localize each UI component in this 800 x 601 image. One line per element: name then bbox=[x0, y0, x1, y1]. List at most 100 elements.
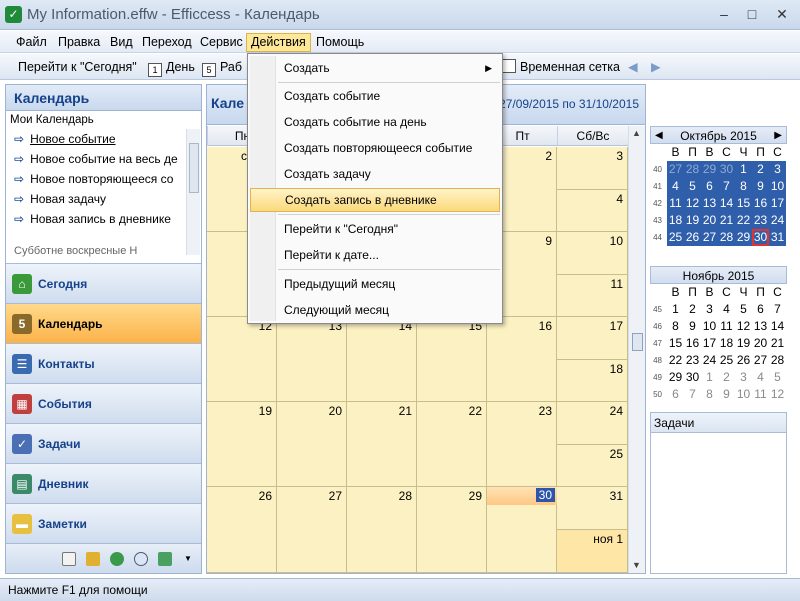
mini-day[interactable]: 17 bbox=[701, 335, 718, 352]
nav-events[interactable]: ▦ События bbox=[6, 383, 201, 423]
next-arrow-icon[interactable]: ▶ bbox=[651, 58, 661, 76]
mini-day[interactable]: 16 bbox=[752, 195, 769, 212]
mini-day[interactable]: 11 bbox=[718, 318, 735, 335]
mini-day[interactable]: 7 bbox=[769, 301, 786, 318]
menu-item-create[interactable]: Создать ▶ bbox=[250, 56, 500, 80]
mini-day[interactable]: 7 bbox=[684, 386, 701, 403]
mini-day[interactable]: 15 bbox=[667, 335, 684, 352]
menu-go[interactable]: Переход bbox=[138, 33, 196, 52]
action-new-recurring-event[interactable]: ⇨ Новое повторяющееся со bbox=[6, 169, 184, 189]
next-month-icon[interactable]: ▶ bbox=[774, 127, 782, 145]
menu-item-create-task[interactable]: Создать задачу bbox=[250, 162, 500, 186]
mini-day[interactable]: 29 bbox=[667, 369, 684, 386]
today-cell[interactable]: 30 bbox=[487, 487, 557, 573]
mini-day[interactable]: 6 bbox=[701, 178, 718, 195]
day-cell[interactable]: 31 bbox=[557, 487, 628, 530]
mini-day[interactable]: 9 bbox=[752, 178, 769, 195]
mini-day[interactable]: 11 bbox=[752, 386, 769, 403]
menu-item-create-recurring-event[interactable]: Создать повторяющееся событие bbox=[250, 136, 500, 160]
mini-day[interactable]: 5 bbox=[769, 369, 786, 386]
scroll-thumb[interactable] bbox=[189, 143, 199, 193]
mini-day[interactable]: 28 bbox=[718, 229, 735, 246]
nav-tasks[interactable]: ✓ Задачи bbox=[6, 423, 201, 463]
mini-day[interactable]: 2 bbox=[684, 301, 701, 318]
mini-day[interactable]: 26 bbox=[684, 229, 701, 246]
prev-arrow-icon[interactable]: ◀ bbox=[628, 58, 638, 76]
mini-day[interactable]: 4 bbox=[752, 369, 769, 386]
day-view-button[interactable]: 1 День bbox=[148, 58, 195, 77]
mini-day[interactable]: 3 bbox=[769, 161, 786, 178]
mini-day[interactable]: 5 bbox=[735, 301, 752, 318]
mini-day[interactable]: 3 bbox=[701, 301, 718, 318]
menu-file[interactable]: Файл bbox=[12, 33, 51, 52]
day-cell[interactable]: 19 bbox=[207, 402, 277, 487]
day-cell[interactable]: 26 bbox=[207, 487, 277, 573]
day-cell[interactable]: ноя 1 bbox=[557, 530, 628, 573]
mini-day[interactable]: 5 bbox=[684, 178, 701, 195]
scroll-up-icon[interactable]: ▲ bbox=[632, 128, 641, 138]
menu-item-goto-date[interactable]: Перейти к дате... bbox=[250, 243, 500, 267]
mini-day[interactable]: 25 bbox=[667, 229, 684, 246]
mini-day[interactable]: 13 bbox=[752, 318, 769, 335]
mini-day[interactable]: 29 bbox=[735, 229, 752, 246]
mini-day[interactable]: 22 bbox=[667, 352, 684, 369]
mini-day[interactable]: 10 bbox=[701, 318, 718, 335]
mini-day[interactable]: 27 bbox=[701, 229, 718, 246]
mini-day[interactable]: 28 bbox=[684, 161, 701, 178]
day-cell[interactable]: 12 bbox=[207, 317, 277, 402]
mini-day[interactable]: 8 bbox=[667, 318, 684, 335]
mini-day[interactable]: 18 bbox=[667, 212, 684, 229]
day-cell[interactable]: 15 bbox=[417, 317, 487, 402]
mini-day[interactable]: 18 bbox=[718, 335, 735, 352]
mini-day[interactable]: 14 bbox=[718, 195, 735, 212]
day-cell[interactable]: 22 bbox=[417, 402, 487, 487]
menu-actions[interactable]: Действия bbox=[246, 33, 311, 52]
day-cell[interactable]: 29 bbox=[417, 487, 487, 573]
mini-day[interactable]: 30 bbox=[752, 229, 769, 246]
mini-day[interactable]: 3 bbox=[735, 369, 752, 386]
mini-day[interactable]: 30 bbox=[718, 161, 735, 178]
maximize-button[interactable]: □ bbox=[740, 4, 764, 24]
mini-day[interactable]: 12 bbox=[684, 195, 701, 212]
nav-calendar[interactable]: 5 Календарь bbox=[6, 303, 201, 343]
mini-day[interactable]: 21 bbox=[718, 212, 735, 229]
goto-today-button[interactable]: Перейти к "Сегодня" bbox=[18, 58, 137, 76]
action-new-event[interactable]: ⇨ Новое событие bbox=[6, 129, 184, 149]
prev-month-icon[interactable]: ◀ bbox=[655, 127, 663, 145]
mini-day[interactable]: 28 bbox=[769, 352, 786, 369]
nav-contacts[interactable]: ☰ Контакты bbox=[6, 343, 201, 383]
action-new-diary-entry[interactable]: ⇨ Новая запись в дневнике bbox=[6, 209, 184, 229]
mini-day[interactable]: 25 bbox=[718, 352, 735, 369]
mini-day[interactable]: 12 bbox=[735, 318, 752, 335]
mini-day[interactable]: 26 bbox=[735, 352, 752, 369]
day-cell[interactable]: 20 bbox=[277, 402, 347, 487]
day-cell[interactable]: 18 bbox=[557, 360, 628, 402]
calendar-scrollbar[interactable]: ▲ ▼ bbox=[628, 126, 645, 573]
close-button[interactable]: ✕ bbox=[770, 4, 794, 24]
mini-day[interactable]: 24 bbox=[701, 352, 718, 369]
mini-day[interactable]: 4 bbox=[667, 178, 684, 195]
mini-day[interactable]: 20 bbox=[752, 335, 769, 352]
left-scrollbar[interactable] bbox=[186, 129, 200, 255]
mini-day[interactable]: 21 bbox=[769, 335, 786, 352]
day-cell[interactable]: 16 bbox=[487, 317, 557, 402]
day-cell[interactable]: 17 bbox=[557, 317, 628, 360]
day-cell[interactable]: 4 bbox=[557, 190, 628, 232]
mini-day[interactable]: 30 bbox=[684, 369, 701, 386]
day-cell[interactable]: 23 bbox=[487, 402, 557, 487]
mini-day[interactable]: 17 bbox=[769, 195, 786, 212]
minimize-button[interactable]: – bbox=[712, 4, 736, 24]
menu-item-create-diary-entry[interactable]: Создать запись в дневнике bbox=[250, 188, 500, 212]
mini-day[interactable]: 27 bbox=[667, 161, 684, 178]
mini-day[interactable]: 13 bbox=[701, 195, 718, 212]
workweek-view-button[interactable]: 5 Раб bbox=[202, 58, 242, 77]
globe-icon[interactable] bbox=[110, 552, 124, 566]
key-icon[interactable] bbox=[86, 552, 100, 566]
mini-day[interactable]: 20 bbox=[701, 212, 718, 229]
scroll-thumb[interactable] bbox=[632, 333, 643, 351]
mini-day[interactable]: 4 bbox=[718, 301, 735, 318]
mini-day[interactable]: 31 bbox=[769, 229, 786, 246]
menu-item-next-month[interactable]: Следующий месяц bbox=[250, 298, 500, 322]
day-cell[interactable]: 27 bbox=[277, 487, 347, 573]
mini-day[interactable]: 14 bbox=[769, 318, 786, 335]
